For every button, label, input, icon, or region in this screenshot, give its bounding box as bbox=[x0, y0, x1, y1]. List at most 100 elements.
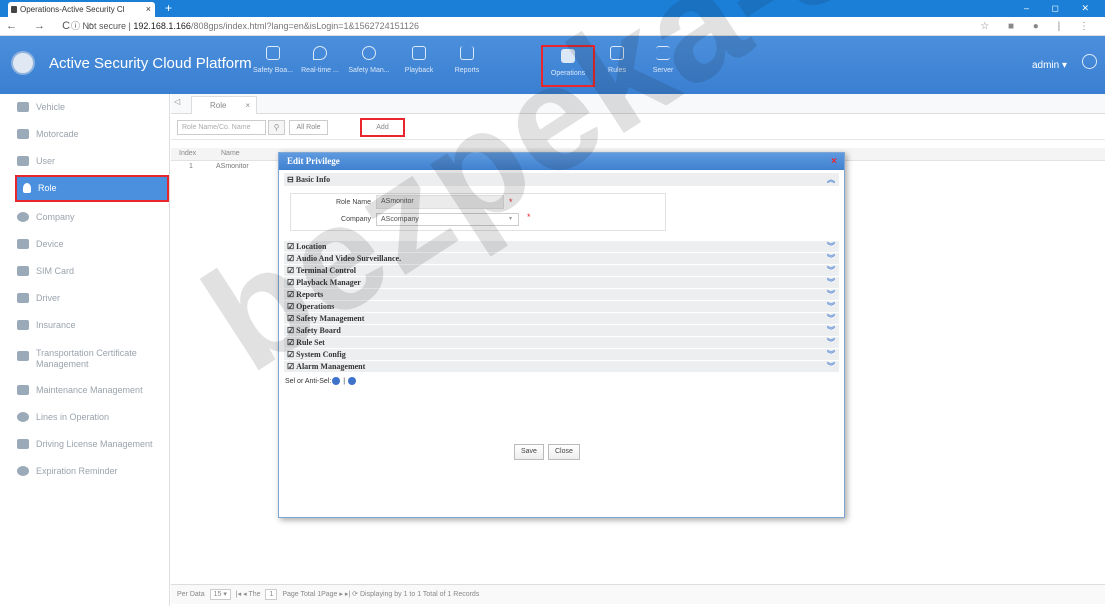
privilege-section[interactable]: ☑ Safety Board ︾ bbox=[284, 325, 839, 337]
sidebar-item-maintenance[interactable]: Maintenance Management bbox=[0, 377, 169, 404]
checkbox-icon[interactable]: ☑ bbox=[287, 242, 294, 251]
privilege-section[interactable]: ☑ Operations ︾ bbox=[284, 301, 839, 313]
last-page-icon[interactable]: ▸| bbox=[345, 591, 350, 598]
users-icon bbox=[17, 156, 29, 166]
column-header[interactable]: Name bbox=[221, 150, 240, 157]
refresh-icon[interactable]: ⟳ bbox=[352, 591, 358, 598]
checkbox-icon[interactable]: ☑ bbox=[287, 290, 294, 299]
sidebar-item-label: Maintenance Management bbox=[36, 385, 143, 395]
nav-real-time[interactable]: Real-time ... bbox=[293, 44, 347, 88]
tab-back-icon[interactable]: ◁ bbox=[174, 97, 180, 106]
close-icon[interactable]: × bbox=[831, 153, 837, 170]
select-all-icon[interactable] bbox=[332, 377, 341, 386]
chevron-down-icon[interactable]: ︾ bbox=[827, 325, 835, 337]
play-circle-icon bbox=[362, 46, 376, 60]
privilege-section[interactable]: ☑ Terminal Control ︾ bbox=[284, 265, 839, 277]
logo-icon bbox=[11, 51, 35, 75]
role-name-field[interactable]: ASmonitor bbox=[376, 195, 504, 209]
privilege-sections: ☑ Location ︾ ☑ Audio And Video Surveillance.… bbox=[279, 241, 844, 373]
sidebar-item-driver[interactable]: Driver bbox=[0, 285, 169, 312]
tab-role[interactable]: Role × bbox=[191, 96, 257, 114]
checkbox-icon[interactable]: ☑ bbox=[287, 266, 294, 275]
sidebar-item-motorcade[interactable]: Motorcade bbox=[0, 121, 169, 148]
all-role-select[interactable]: All Role bbox=[289, 120, 328, 135]
privilege-section[interactable]: ☑ System Config ︾ bbox=[284, 349, 839, 361]
search-icon[interactable]: ⚲ bbox=[268, 120, 285, 135]
search-input[interactable]: Role Name/Co. Name bbox=[177, 120, 266, 135]
sidebar-item-lines[interactable]: Lines in Operation bbox=[0, 404, 169, 431]
privilege-section[interactable]: ☑ Alarm Management ︾ bbox=[284, 361, 839, 373]
nav-playback[interactable]: Playback bbox=[392, 44, 446, 88]
prev-page-icon[interactable]: ◂ bbox=[243, 591, 247, 598]
next-page-icon[interactable]: ▸ bbox=[339, 591, 343, 598]
first-page-icon[interactable]: |◂ bbox=[236, 591, 241, 598]
sidebar-item-driving-license[interactable]: Driving License Management bbox=[0, 431, 169, 458]
chevron-down-icon[interactable]: ︾ bbox=[827, 337, 835, 349]
user-menu[interactable]: admin ▾ bbox=[1032, 60, 1067, 71]
nav-safety-management[interactable]: Safety Man... bbox=[342, 44, 396, 88]
nav-operations[interactable]: Operations bbox=[541, 45, 595, 87]
checkbox-icon[interactable]: ☑ bbox=[287, 362, 294, 371]
company-select[interactable]: AScompany ▾ bbox=[376, 213, 519, 226]
sidebar-item-label: Expiration Reminder bbox=[36, 466, 118, 476]
chevron-down-icon[interactable]: ︾ bbox=[827, 361, 835, 373]
privilege-section[interactable]: ☑ Audio And Video Surveillance. ︾ bbox=[284, 253, 839, 265]
clock-icon bbox=[17, 466, 29, 476]
chevron-up-icon[interactable]: ︽ bbox=[827, 173, 835, 187]
sidebar-item-user[interactable]: User bbox=[0, 148, 169, 175]
checkbox-icon[interactable]: ☑ bbox=[287, 278, 294, 287]
section-basic-info[interactable]: ⊟ Basic Info ︽ bbox=[284, 173, 839, 187]
sidebar-item-role[interactable]: Role bbox=[15, 175, 169, 202]
chevron-down-icon[interactable]: ︾ bbox=[827, 241, 835, 253]
checkbox-icon[interactable]: ☑ bbox=[287, 254, 294, 263]
chevron-down-icon[interactable]: ︾ bbox=[827, 265, 835, 277]
page-input[interactable]: 1 bbox=[265, 588, 278, 600]
sidebar-item-device[interactable]: Device bbox=[0, 231, 169, 258]
sidebar-item-company[interactable]: Company bbox=[0, 204, 169, 231]
privilege-section[interactable]: ☑ Rule Set ︾ bbox=[284, 337, 839, 349]
column-header: Index bbox=[179, 150, 197, 157]
chevron-down-icon[interactable]: ︾ bbox=[827, 349, 835, 361]
tab-close-icon[interactable]: × bbox=[146, 2, 151, 17]
tab-close-icon[interactable]: × bbox=[245, 97, 250, 114]
section-label: Operations bbox=[296, 302, 335, 311]
sidebar-item-expiration[interactable]: Expiration Reminder bbox=[0, 458, 169, 485]
checkbox-icon[interactable]: ☑ bbox=[287, 326, 294, 335]
checkbox-icon[interactable]: ☑ bbox=[287, 314, 294, 323]
chevron-down-icon[interactable]: ︾ bbox=[827, 313, 835, 325]
tab-label: Role bbox=[210, 101, 227, 110]
chevron-down-icon[interactable]: ︾ bbox=[827, 277, 835, 289]
new-tab-button[interactable]: + bbox=[165, 1, 172, 15]
nav-safety-board[interactable]: Safety Boa... bbox=[246, 44, 300, 88]
window-controls[interactable]: – ◻ ✕ bbox=[1024, 0, 1099, 16]
sidebar-item-vehicle[interactable]: Vehicle bbox=[0, 94, 169, 121]
power-icon[interactable] bbox=[1082, 54, 1097, 69]
dialog-title-bar[interactable]: Edit Privilege × bbox=[279, 153, 844, 170]
sidebar-item-transport-cert[interactable]: Transportation Certificate Management bbox=[0, 339, 160, 377]
sidebar-item-sim-card[interactable]: SIM Card bbox=[0, 258, 169, 285]
invert-selection-icon[interactable] bbox=[348, 377, 357, 386]
chevron-down-icon[interactable]: ︾ bbox=[827, 301, 835, 313]
checkbox-icon[interactable]: ☑ bbox=[287, 350, 294, 359]
nav-reports[interactable]: Reports bbox=[440, 44, 494, 88]
chevron-down-icon[interactable]: ︾ bbox=[827, 253, 835, 265]
section-label: Safety Management bbox=[296, 314, 365, 323]
privilege-section[interactable]: ☑ Playback Manager ︾ bbox=[284, 277, 839, 289]
url-field[interactable]: ⓘ Not secure | 192.168.1.166/808gps/inde… bbox=[71, 20, 419, 33]
per-data-select[interactable]: 15 ▾ bbox=[209, 588, 231, 600]
privilege-section[interactable]: ☑ Location ︾ bbox=[284, 241, 839, 253]
chevron-down-icon[interactable]: ︾ bbox=[827, 289, 835, 301]
privilege-section[interactable]: ☑ Safety Management ︾ bbox=[284, 313, 839, 325]
checkbox-icon[interactable]: ☑ bbox=[287, 302, 294, 311]
extension-icons[interactable]: ☆ ■ ● | ⋮ bbox=[980, 20, 1097, 33]
save-button[interactable]: Save bbox=[514, 444, 544, 460]
privilege-section[interactable]: ☑ Reports ︾ bbox=[284, 289, 839, 301]
sidebar-item-label: Role bbox=[38, 183, 57, 193]
sidebar-item-insurance[interactable]: Insurance bbox=[0, 312, 169, 339]
nav-server[interactable]: Server bbox=[636, 44, 690, 88]
add-button[interactable]: Add bbox=[360, 118, 405, 137]
checkbox-icon[interactable]: ☑ bbox=[287, 338, 294, 347]
browser-tab[interactable]: Operations-Active Security Cl × bbox=[8, 2, 155, 17]
sidebar-item-label: Insurance bbox=[36, 320, 76, 330]
close-button[interactable]: Close bbox=[547, 444, 580, 460]
